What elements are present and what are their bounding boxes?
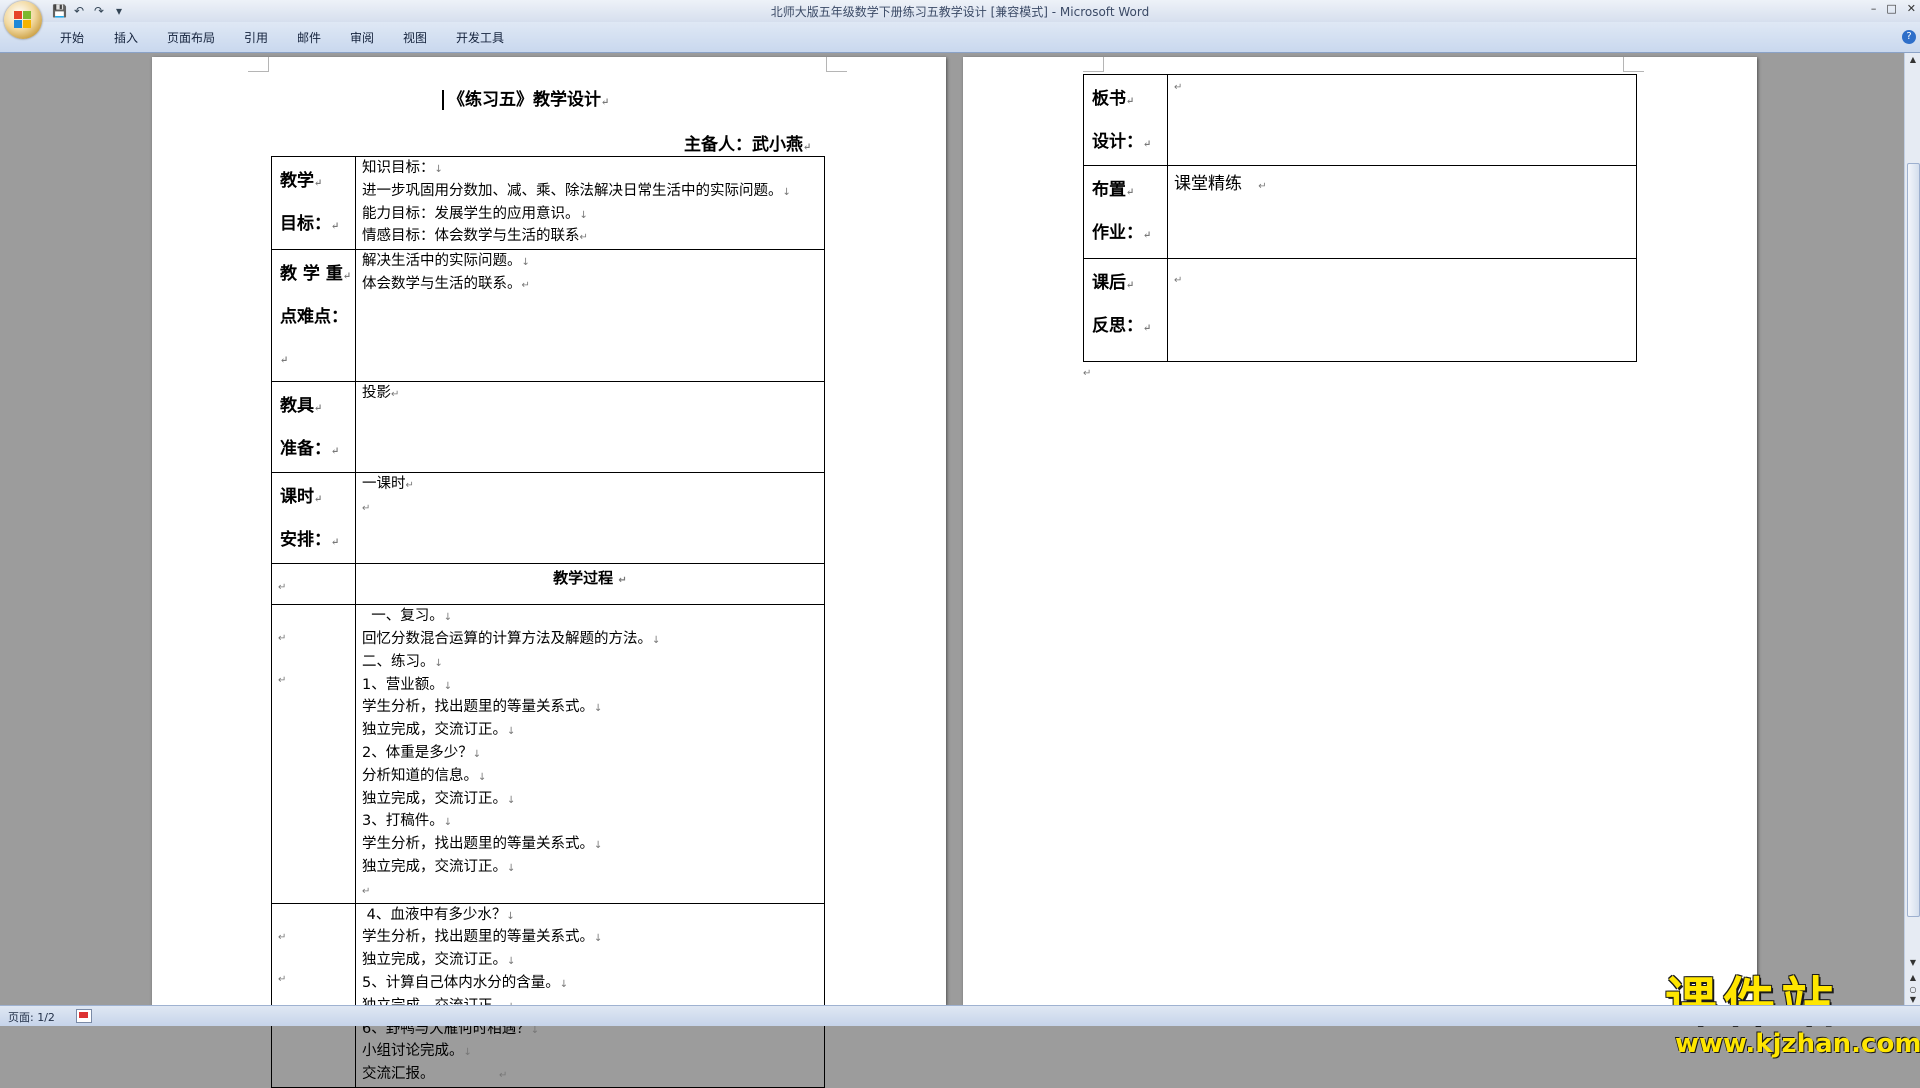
process-line: 5、计算自己体内水分的含量。 [362, 974, 560, 991]
margin-mark [1083, 57, 1104, 72]
next-page-icon[interactable]: ▼ [1908, 995, 1918, 1004]
margin-mark [248, 57, 269, 72]
process-1-label-cell: ↵ ↵ [271, 604, 356, 904]
process-2-content-cell: 4、血液中有多少水？↓ 学生分析，找出题里的等量关系式。↓ 独立完成，交流订正。… [355, 902, 825, 1088]
row-board: 板书↵ 设计：↵ ↵ [1083, 74, 1637, 166]
process-line: 学生分析，找出题里的等量关系式。 [362, 836, 594, 853]
objectives-label-cell: 教学↵ 目标：↵ [271, 155, 356, 251]
margin-mark [1623, 57, 1644, 72]
process-2-label-cell: ↵ ↵ [271, 902, 356, 1088]
objective-line: 进一步巩固用分数加、减、乘、除法解决日常生活中的实际问题。 [362, 182, 783, 199]
status-bar: 页面: 1/2 [0, 1005, 1920, 1026]
process-line: 3、打稿件。 [362, 813, 444, 830]
board-content-cell: ↵ [1167, 74, 1637, 166]
ribbon-tabs: 开始 插入 页面布局 引用 邮件 审阅 视图 开发工具 ? [0, 22, 1920, 53]
row-process-header: ↵ 教学过程 ↵ [271, 563, 825, 606]
process-line: 4、血液中有多少水？ [362, 906, 507, 923]
row-schedule: 课时↵ 安排：↵ 一课时↵ ↵ [271, 472, 825, 565]
schedule-label-cell: 课时↵ 安排：↵ [271, 472, 356, 565]
office-logo-icon [14, 11, 32, 29]
process-header: 教学过程 [553, 569, 614, 588]
process-line: 1、营业额。 [362, 676, 444, 693]
close-icon[interactable]: ✕ [1907, 2, 1916, 15]
board-label-cell: 板书↵ 设计：↵ [1083, 74, 1168, 166]
reflection-label-cell: 课后↵ 反思：↵ [1083, 258, 1168, 362]
process-header-empty-cell: ↵ [271, 563, 356, 606]
row-process-1: ↵ ↵ 一、复习。↓ 回忆分数混合运算的计算方法及解题的方法。↓ 二、练习。↓ … [271, 604, 825, 904]
page-indicator[interactable]: 页面: 1/2 [8, 1009, 55, 1025]
row-objectives: 教学↵ 目标：↵ 知识目标：↓ 进一步巩固用分数加、减、乘、除法解决日常生活中的实… [271, 155, 825, 251]
process-1-content-cell: 一、复习。↓ 回忆分数混合运算的计算方法及解题的方法。↓ 二、练习。↓ 1、营业… [355, 604, 825, 904]
paragraph-mark: ↵ [1083, 368, 1092, 379]
key-points-label-cell: 教 学 重↵ 点难点：↵ [271, 249, 356, 383]
tab-insert[interactable]: 插入 [114, 29, 138, 46]
scroll-up-icon[interactable]: ▲ [1908, 55, 1918, 64]
scroll-thumb[interactable] [1907, 163, 1920, 917]
tab-view[interactable]: 视图 [403, 29, 427, 46]
scroll-down-icon[interactable]: ▼ [1908, 958, 1918, 967]
tab-review[interactable]: 审阅 [350, 29, 374, 46]
page-2: 板书↵ 设计：↵ ↵ 布置↵ 作业：↵ 课堂精练 ↵ 课后↵ 反思：↵ ↵ ↵ [963, 57, 1757, 1005]
margin-mark [826, 57, 847, 72]
previous-page-icon[interactable]: ▲ [1908, 973, 1918, 982]
process-header-cell: 教学过程 ↵ [355, 563, 825, 606]
tools-text: 投影 [362, 385, 391, 402]
process-line: 独立完成，交流订正。 [362, 790, 507, 807]
title-bar: 💾 ↶ ↷ ▾ 北师大版五年级数学下册练习五教学设计 [兼容模式] - Micr… [0, 0, 1920, 22]
process-line: 小组讨论完成。 [362, 1043, 464, 1060]
objective-line: 情感目标：体会数学与生活的联系 [362, 228, 580, 245]
key-points-content-cell: 解决生活中的实际问题。↓ 体会数学与生活的联系。↵ [355, 249, 825, 383]
row-key-points: 教 学 重↵ 点难点：↵ 解决生活中的实际问题。↓ 体会数学与生活的联系。↵ [271, 249, 825, 383]
reflection-content-cell: ↵ [1167, 258, 1637, 362]
schedule-content-cell: 一课时↵ ↵ [355, 472, 825, 565]
objectives-content-cell: 知识目标：↓ 进一步巩固用分数加、减、乘、除法解决日常生活中的实际问题。↓ 能力… [355, 155, 825, 251]
row-process-2: ↵ ↵ 4、血液中有多少水？↓ 学生分析，找出题里的等量关系式。↓ 独立完成，交… [271, 902, 825, 1088]
tab-home[interactable]: 开始 [60, 29, 84, 46]
minimize-icon[interactable]: – [1871, 2, 1877, 15]
process-line: 分析知道的信息。 [362, 767, 478, 784]
document-area[interactable]: 《练习五》教学设计↵ 主备人：武小燕↵ 教学↵ 目标：↵ 知识目标：↓ 进一步巩固… [0, 53, 1920, 1088]
lesson-plan-table: 教学↵ 目标：↵ 知识目标：↓ 进一步巩固用分数加、减、乘、除法解决日常生活中的实… [271, 155, 825, 1088]
proofing-icon[interactable] [76, 1009, 92, 1023]
help-icon[interactable]: ? [1902, 30, 1916, 44]
process-line: 交流汇报。 [362, 1066, 435, 1083]
process-line: 独立完成，交流订正。 [362, 722, 507, 739]
key-point-line: 体会数学与生活的联系。 [362, 275, 522, 292]
homework-label-cell: 布置↵ 作业：↵ [1083, 165, 1168, 259]
process-line: 独立完成，交流订正。 [362, 858, 507, 875]
homework-content-cell: 课堂精练 ↵ [1167, 165, 1637, 259]
tab-developer[interactable]: 开发工具 [456, 29, 504, 46]
lesson-plan-table-continued: 板书↵ 设计：↵ ↵ 布置↵ 作业：↵ 课堂精练 ↵ 课后↵ 反思：↵ ↵ [1083, 74, 1637, 362]
process-line: 独立完成，交流订正。 [362, 952, 507, 969]
tools-label-cell: 教具↵ 准备：↵ [271, 381, 356, 474]
process-line: 回忆分数混合运算的计算方法及解题的方法。 [362, 630, 652, 647]
restore-icon[interactable]: □ [1886, 2, 1896, 15]
tab-mailings[interactable]: 邮件 [297, 29, 321, 46]
row-tools: 教具↵ 准备：↵ 投影↵ [271, 381, 825, 474]
document-title: 《练习五》教学设计↵ [442, 85, 609, 110]
process-line: 二、练习。 [362, 653, 435, 670]
row-reflection: 课后↵ 反思：↵ ↵ [1083, 258, 1637, 362]
process-line: 2、体重是多少？ [362, 744, 473, 761]
watermark-url: www.kjzhan.com [1675, 1029, 1920, 1059]
select-browse-object-icon[interactable]: ○ [1908, 985, 1918, 994]
process-line: 一、复习。 [362, 608, 444, 625]
homework-text: 课堂精练 [1174, 174, 1242, 194]
process-line: 学生分析，找出题里的等量关系式。 [362, 699, 594, 716]
tab-page-layout[interactable]: 页面布局 [167, 29, 215, 46]
window-title: 北师大版五年级数学下册练习五教学设计 [兼容模式] - Microsoft Wo… [770, 5, 1150, 19]
row-homework: 布置↵ 作业：↵ 课堂精练 ↵ [1083, 165, 1637, 259]
page-1: 《练习五》教学设计↵ 主备人：武小燕↵ 教学↵ 目标：↵ 知识目标：↓ 进一步巩固… [152, 57, 946, 1088]
objective-line: 能力目标：发展学生的应用意识。 [362, 205, 580, 222]
office-button[interactable] [4, 1, 42, 39]
process-line: 学生分析，找出题里的等量关系式。 [362, 929, 594, 946]
window-controls: – □ ✕ [1871, 2, 1916, 15]
objective-line: 知识目标： [362, 160, 435, 176]
author-line: 主备人：武小燕↵ [684, 135, 812, 155]
key-point-line: 解决生活中的实际问题。 [362, 253, 522, 270]
vertical-scrollbar[interactable]: ▲ ▼ ▲ ○ ▼ [1904, 53, 1920, 1005]
schedule-text: 一课时 [362, 476, 406, 493]
tab-references[interactable]: 引用 [244, 29, 268, 46]
tools-content-cell: 投影↵ [355, 381, 825, 474]
